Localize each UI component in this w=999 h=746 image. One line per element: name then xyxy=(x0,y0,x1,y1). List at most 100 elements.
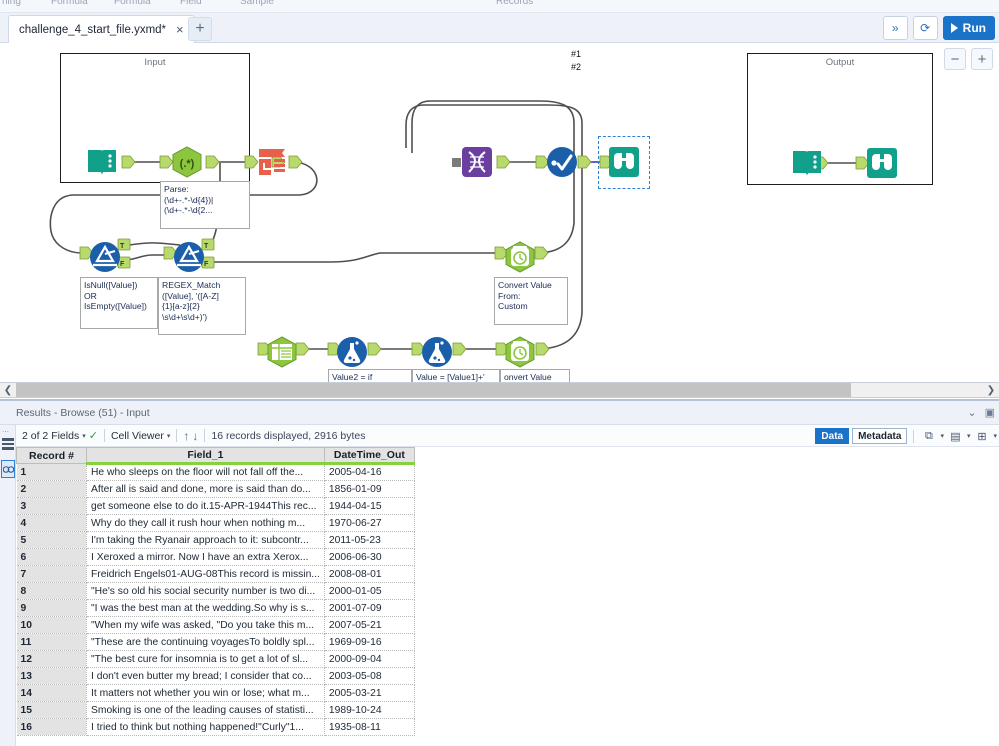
data-cleansing-tool[interactable] xyxy=(545,145,579,179)
filter-regex-tool[interactable] xyxy=(172,240,206,274)
cell-field1[interactable]: "The best cure for insomnia is to get a … xyxy=(87,651,325,668)
run-button[interactable]: Run xyxy=(943,16,995,40)
save-icon[interactable]: ▤ xyxy=(947,428,964,444)
table-row[interactable]: 9"I was the best man at the wedding.So w… xyxy=(17,600,415,617)
cell-datetime[interactable]: 2007-05-21 xyxy=(324,617,414,634)
cell-field1[interactable]: Freidrich Engels01-AUG-08This record is … xyxy=(87,566,325,583)
cell-record[interactable]: 15 xyxy=(17,702,87,719)
table-row[interactable]: 2After all is said and done, more is sai… xyxy=(17,481,415,498)
cell-datetime[interactable]: 2008-08-01 xyxy=(324,566,414,583)
tab-metadata[interactable]: Metadata xyxy=(852,428,907,444)
select-tool[interactable] xyxy=(265,335,299,369)
datetime-tool-1[interactable] xyxy=(503,240,537,274)
scroll-track[interactable] xyxy=(16,383,983,397)
cell-record[interactable]: 6 xyxy=(17,549,87,566)
input-data-tool[interactable] xyxy=(85,145,119,179)
cell-datetime[interactable]: 2005-03-21 xyxy=(324,685,414,702)
cell-record[interactable]: 9 xyxy=(17,600,87,617)
new-tab-button[interactable]: + xyxy=(188,17,212,41)
cell-datetime[interactable]: 2000-09-04 xyxy=(324,651,414,668)
workflow-canvas[interactable]: − + Input Output xyxy=(0,43,999,382)
cell-datetime[interactable]: 1856-01-09 xyxy=(324,481,414,498)
cell-field1[interactable]: "I was the best man at the wedding.So wh… xyxy=(87,600,325,617)
cell-field1[interactable]: Smoking is one of the leading causes of … xyxy=(87,702,325,719)
cell-record[interactable]: 16 xyxy=(17,719,87,736)
cell-record[interactable]: 3 xyxy=(17,498,87,515)
cell-datetime[interactable]: 1969-09-16 xyxy=(324,634,414,651)
table-row[interactable]: 7Freidrich Engels01-AUG-08This record is… xyxy=(17,566,415,583)
overflow-chevron-icon[interactable]: » xyxy=(883,16,908,40)
scroll-thumb[interactable] xyxy=(16,383,851,397)
cell-datetime[interactable]: 2003-05-08 xyxy=(324,668,414,685)
chevron-down-icon[interactable]: ▾ xyxy=(167,432,171,440)
cell-field1[interactable]: "When my wife was asked, "Do you take th… xyxy=(87,617,325,634)
cell-record[interactable]: 14 xyxy=(17,685,87,702)
chevron-down-icon[interactable]: ▾ xyxy=(940,432,944,440)
table-row[interactable]: 13I don't even butter my bread; I consid… xyxy=(17,668,415,685)
cell-datetime[interactable]: 2000-01-05 xyxy=(324,583,414,600)
scroll-right-icon[interactable]: ❯ xyxy=(983,385,999,396)
scroll-left-icon[interactable]: ❮ xyxy=(0,385,16,396)
cell-field1[interactable]: Why do they call it rush hour when nothi… xyxy=(87,515,325,532)
output-book-tool[interactable] xyxy=(790,146,824,180)
cell-record[interactable]: 8 xyxy=(17,583,87,600)
regex-parse-tool[interactable]: (.*) xyxy=(170,145,204,179)
cell-record[interactable]: 12 xyxy=(17,651,87,668)
join-multiple-tool[interactable] xyxy=(460,145,494,179)
cell-field1[interactable]: get someone else to do it.15-APR-1944Thi… xyxy=(87,498,325,515)
cell-field1[interactable]: After all is said and done, more is said… xyxy=(87,481,325,498)
copy-icon[interactable]: ⧉ xyxy=(920,428,937,444)
cell-field1[interactable]: "These are the continuing voyagesTo bold… xyxy=(87,634,325,651)
cell-field1[interactable]: I don't even butter my bread; I consider… xyxy=(87,668,325,685)
chevron-down-icon[interactable]: ▾ xyxy=(82,432,86,440)
table-row[interactable]: 4Why do they call it rush hour when noth… xyxy=(17,515,415,532)
table-row[interactable]: 5I'm taking the Ryanair approach to it: … xyxy=(17,532,415,549)
table-row[interactable]: 14It matters not whether you win or lose… xyxy=(17,685,415,702)
tab-data[interactable]: Data xyxy=(815,428,849,444)
table-row[interactable]: 8"He's so old his social security number… xyxy=(17,583,415,600)
close-icon[interactable]: × xyxy=(176,23,184,36)
cell-field1[interactable]: I'm taking the Ryanair approach to it: s… xyxy=(87,532,325,549)
cell-record[interactable]: 13 xyxy=(17,668,87,685)
cell-record[interactable]: 10 xyxy=(17,617,87,634)
arrow-up-icon[interactable]: ↑ xyxy=(183,429,189,443)
cell-field1[interactable]: It matters not whether you win or lose; … xyxy=(87,685,325,702)
column-header-record[interactable]: Record # xyxy=(17,448,87,464)
chevron-down-icon[interactable]: ⌄ xyxy=(967,406,976,419)
cell-record[interactable]: 7 xyxy=(17,566,87,583)
cell-datetime[interactable]: 1935-08-11 xyxy=(324,719,414,736)
cell-record[interactable]: 4 xyxy=(17,515,87,532)
table-row[interactable]: 6I Xeroxed a mirror. Now I have an extra… xyxy=(17,549,415,566)
filter-isnull-tool[interactable] xyxy=(88,240,122,274)
canvas-hscrollbar[interactable]: ❮ ❯ xyxy=(0,382,999,398)
chevron-down-icon[interactable]: ▾ xyxy=(993,432,997,440)
table-row[interactable]: 10"When my wife was asked, "Do you take … xyxy=(17,617,415,634)
cell-viewer-selector[interactable]: Cell Viewer ▾ xyxy=(105,430,176,442)
cell-datetime[interactable]: 1970-06-27 xyxy=(324,515,414,532)
cell-field1[interactable]: I Xeroxed a mirror. Now I have an extra … xyxy=(87,549,325,566)
cell-record[interactable]: 2 xyxy=(17,481,87,498)
table-row[interactable]: 16I tried to think but nothing happened!… xyxy=(17,719,415,736)
add-icon[interactable]: ⊞ xyxy=(973,428,990,444)
cell-record[interactable]: 5 xyxy=(17,532,87,549)
cell-record[interactable]: 1 xyxy=(17,464,87,481)
text-to-columns-tool[interactable] xyxy=(255,145,289,179)
drag-dots-icon[interactable]: ⋯ xyxy=(2,428,10,436)
cell-datetime[interactable]: 1989-10-24 xyxy=(324,702,414,719)
column-header-datetime[interactable]: DateTime_Out xyxy=(324,448,414,464)
results-expand-icon[interactable]: ▣ xyxy=(985,406,995,419)
cell-field1[interactable]: "He's so old his social security number … xyxy=(87,583,325,600)
document-tab[interactable]: challenge_4_start_file.yxmd* × xyxy=(8,15,195,43)
cell-field1[interactable]: He who sleeps on the floor will not fall… xyxy=(87,464,325,481)
cell-datetime[interactable]: 2001-07-09 xyxy=(324,600,414,617)
table-row[interactable]: 12"The best cure for insomnia is to get … xyxy=(17,651,415,668)
browse-tool-main[interactable] xyxy=(607,145,641,179)
output-browse-tool[interactable] xyxy=(865,146,899,180)
arrow-down-icon[interactable]: ↓ xyxy=(192,429,198,443)
table-row[interactable]: 11"These are the continuing voyagesTo bo… xyxy=(17,634,415,651)
history-icon[interactable]: ⟳ xyxy=(913,16,938,40)
cell-field1[interactable]: I tried to think but nothing happened!"C… xyxy=(87,719,325,736)
cell-datetime[interactable]: 2011-05-23 xyxy=(324,532,414,549)
formula-tool-1[interactable] xyxy=(335,335,369,369)
results-data-grid[interactable]: Record # Field_1 DateTime_Out 1He who sl… xyxy=(16,447,999,746)
